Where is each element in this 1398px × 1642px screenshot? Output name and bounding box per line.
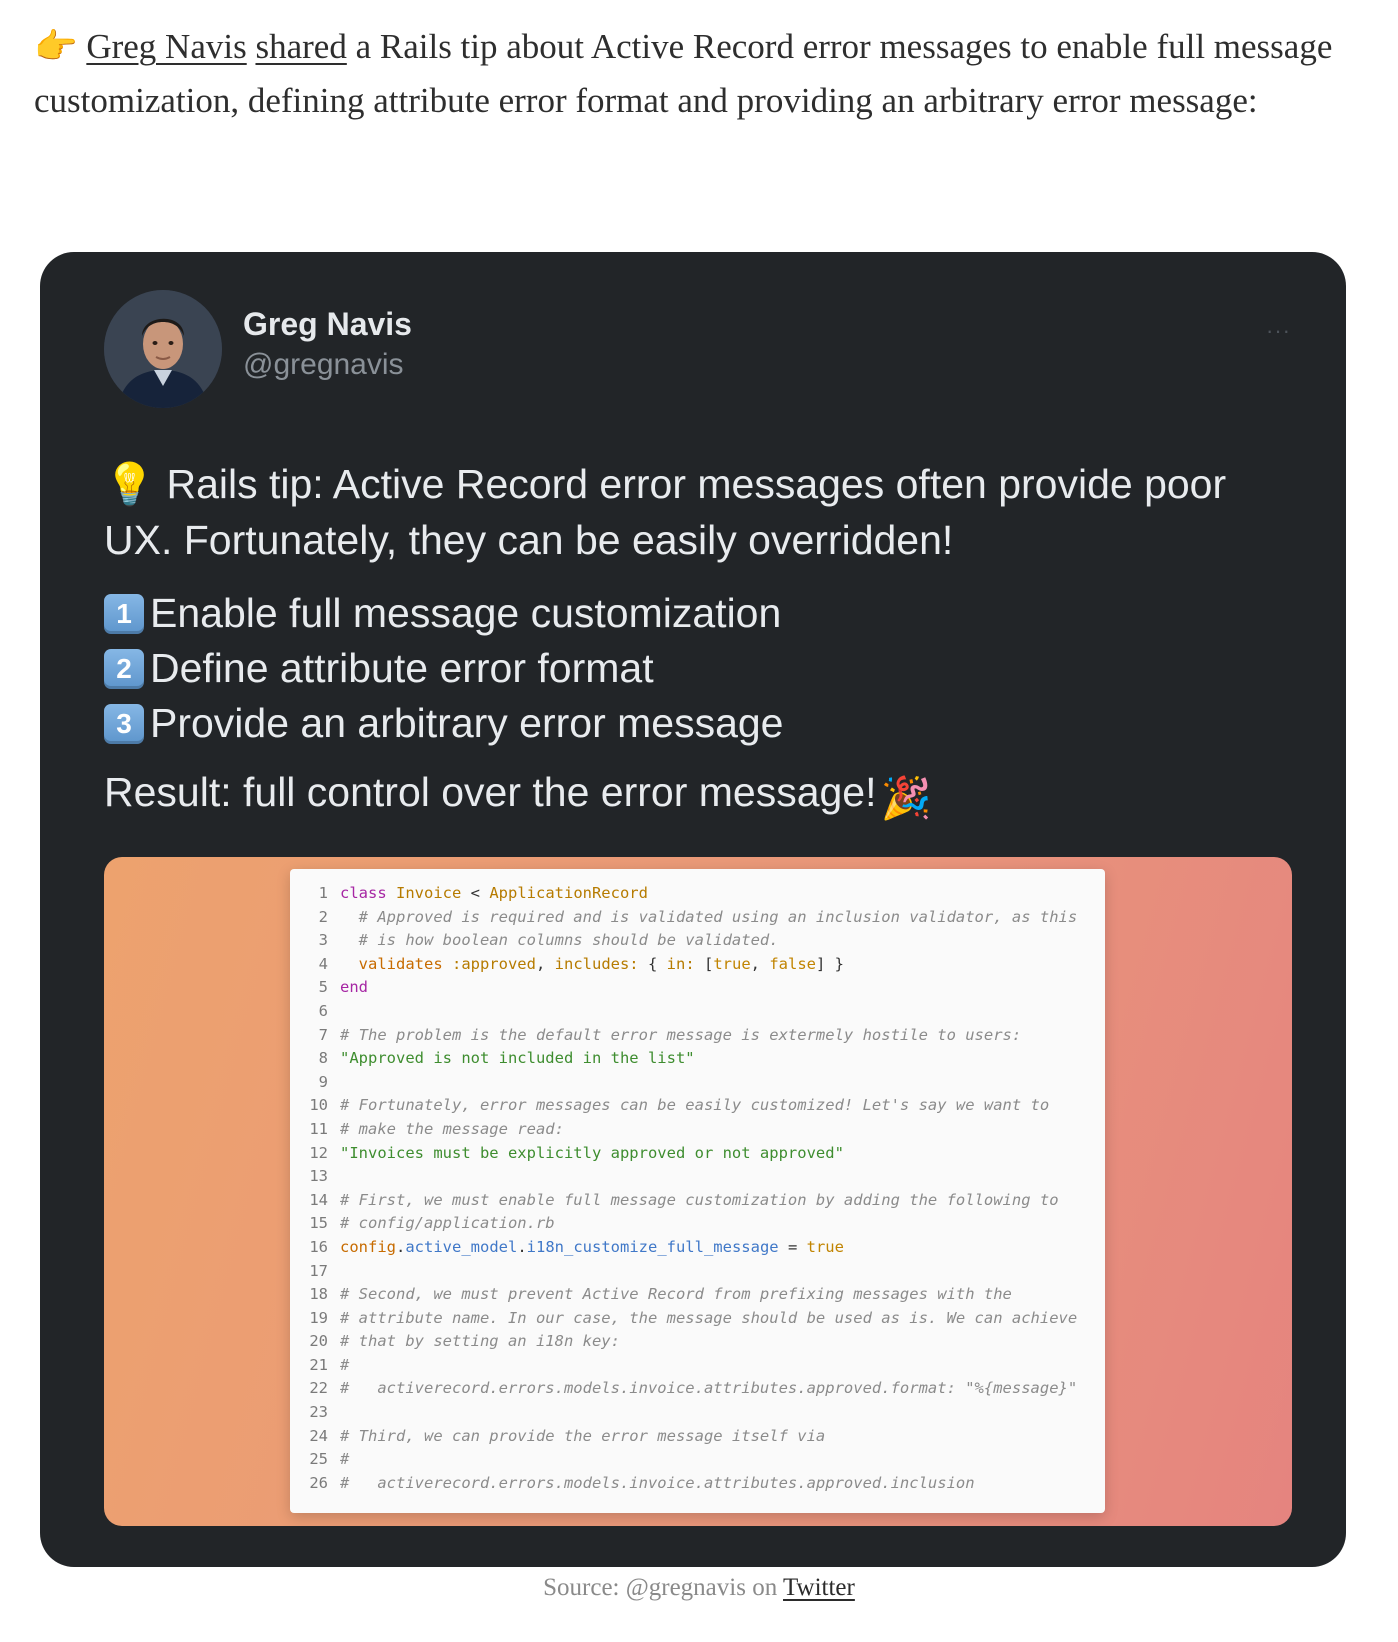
keycap-two-icon: 2 [104,648,144,689]
code-line: 25 # [302,1448,1102,1472]
code-listing: 1 class Invoice < ApplicationRecord 2 # Ap… [302,882,1102,1495]
code-text: # Approved is required and is validated … [340,907,1078,926]
line-number: 22 [309,1379,328,1398]
line-number: 4 [318,954,328,973]
line-number: 23 [309,1403,328,1422]
line-number: 20 [309,1332,328,1351]
code-line: 4 validates :approved, includes: { in: [… [302,953,1102,977]
code-line: 1 class Invoice < ApplicationRecord [302,882,1102,906]
party-popper-icon: 🎉 [880,775,932,821]
code-line: 9 [302,1071,1102,1095]
code-line: 19 # attribute name. In our case, the mes… [302,1307,1102,1331]
code-text: "Invoices must be explicitly approved or… [340,1143,844,1162]
line-number: 5 [318,978,328,997]
code-text: # Third, we can provide the error messag… [340,1426,826,1445]
shared-link[interactable]: shared [255,27,346,66]
code-text: # The problem is the default error messa… [340,1025,1022,1044]
code-line: 20 # that by setting an i18n key: [302,1330,1102,1354]
lightbulb-icon: 💡 [104,461,156,507]
code-text: # Fortunately, error messages can be eas… [340,1096,1050,1115]
line-number: 17 [309,1261,328,1280]
code-text: # attribute name. In our case, the messa… [340,1308,1078,1327]
line-number: 11 [309,1119,328,1138]
step-item: 1 Enable full message customization [104,586,1294,641]
code-text: validates :approved, includes: { in: [tr… [340,954,844,973]
step-item: 2 Define attribute error format [104,641,1294,696]
more-options-icon[interactable]: ··· [1266,318,1291,344]
line-number: 19 [309,1308,328,1327]
line-number: 10 [309,1096,328,1115]
code-text: # activerecord.errors.models.invoice.att… [340,1379,1078,1398]
code-line: 17 [302,1260,1102,1284]
code-text: class Invoice < ApplicationRecord [340,884,648,902]
author-handle[interactable]: @gregnavis [243,348,404,382]
code-text: # Second, we must prevent Active Record … [340,1285,1012,1304]
code-line: 15 # config/application.rb [302,1212,1102,1236]
code-text: end [340,978,368,997]
code-line: 24 # Third, we can provide the error mess… [302,1425,1102,1449]
avatar[interactable] [104,290,222,408]
code-text: # First, we must enable full message cus… [340,1190,1059,1209]
code-line: 23 [302,1401,1102,1425]
line-number: 7 [318,1025,328,1044]
line-number: 12 [309,1143,328,1162]
line-number: 9 [318,1072,328,1091]
code-line: 16 config.active_model.i18n_customize_ful… [302,1236,1102,1260]
line-number: 14 [309,1190,328,1209]
tweet-result-text: Result: full control over the error mess… [104,764,1294,826]
code-line: 14 # First, we must enable full message c… [302,1189,1102,1213]
line-number: 15 [309,1214,328,1233]
code-text: # that by setting an i18n key: [340,1332,620,1351]
code-line: 7 # The problem is the default error mess… [302,1024,1102,1048]
code-line: 22 # activerecord.errors.models.invoice.a… [302,1377,1102,1401]
code-line: 26 # activerecord.errors.models.invoice.a… [302,1472,1102,1496]
code-line: 11 # make the message read: [302,1118,1102,1142]
code-text: # config/application.rb [340,1214,555,1233]
pointing-hand-icon: 👉 [34,27,78,66]
tweet-steps: 1 Enable full message customization 2 Defi… [104,586,1294,751]
author-name[interactable]: Greg Navis [243,306,412,343]
code-line: 3 # is how boolean columns should be val… [302,929,1102,953]
author-link[interactable]: Greg Navis [86,27,246,66]
code-line: 2 # Approved is required and is validate… [302,906,1102,930]
image-caption: Source: @gregnavis on Twitter [543,1574,855,1601]
line-number: 16 [309,1237,328,1256]
line-number: 21 [309,1355,328,1374]
keycap-one-icon: 1 [104,593,144,634]
keycap-three-icon: 3 [104,703,144,744]
code-line: 6 [302,1000,1102,1024]
code-text: # activerecord.errors.models.invoice.att… [340,1473,975,1492]
code-line: 21 # [302,1354,1102,1378]
tweet-lead-text: 💡 Rails tip: Active Record error message… [104,461,1227,563]
twitter-link[interactable]: Twitter [783,1574,855,1601]
line-number: 3 [318,931,328,950]
code-text: # [340,1450,350,1469]
line-number: 25 [309,1450,328,1469]
code-line: 10 # Fortunately, error messages can be e… [302,1094,1102,1118]
line-number: 8 [318,1049,328,1068]
code-panel: 1 class Invoice < ApplicationRecord 2 # Ap… [290,869,1105,1513]
line-number: 13 [309,1167,328,1186]
code-line: 12 "Invoices must be explicitly approved … [302,1142,1102,1166]
line-number: 2 [318,907,328,926]
line-number: 24 [309,1426,328,1445]
tweet-embed[interactable]: Greg Navis @gregnavis ··· 💡 Rails tip: A… [40,252,1346,1567]
code-line: 8 "Approved is not included in the list" [302,1047,1102,1071]
code-text: "Approved is not included in the list" [340,1049,695,1068]
line-number: 26 [309,1473,328,1492]
line-number: 1 [318,884,328,902]
code-text: config.active_model.i18n_customize_full_… [340,1237,844,1256]
step-item: 3 Provide an arbitrary error message [104,696,1294,751]
code-image[interactable]: 1 class Invoice < ApplicationRecord 2 # Ap… [104,857,1292,1526]
code-text: # is how boolean columns should be valid… [340,931,779,950]
code-text: # make the message read: [340,1119,564,1138]
code-line: 18 # Second, we must prevent Active Recor… [302,1283,1102,1307]
intro-paragraph: 👉 Greg Navis shared a Rails tip about Ac… [34,20,1334,128]
line-number: 6 [318,1001,328,1020]
code-line: 13 [302,1165,1102,1189]
avatar-image [104,290,222,408]
line-number: 18 [309,1285,328,1304]
code-line: 5 end [302,976,1102,1000]
code-text: # [340,1355,350,1374]
